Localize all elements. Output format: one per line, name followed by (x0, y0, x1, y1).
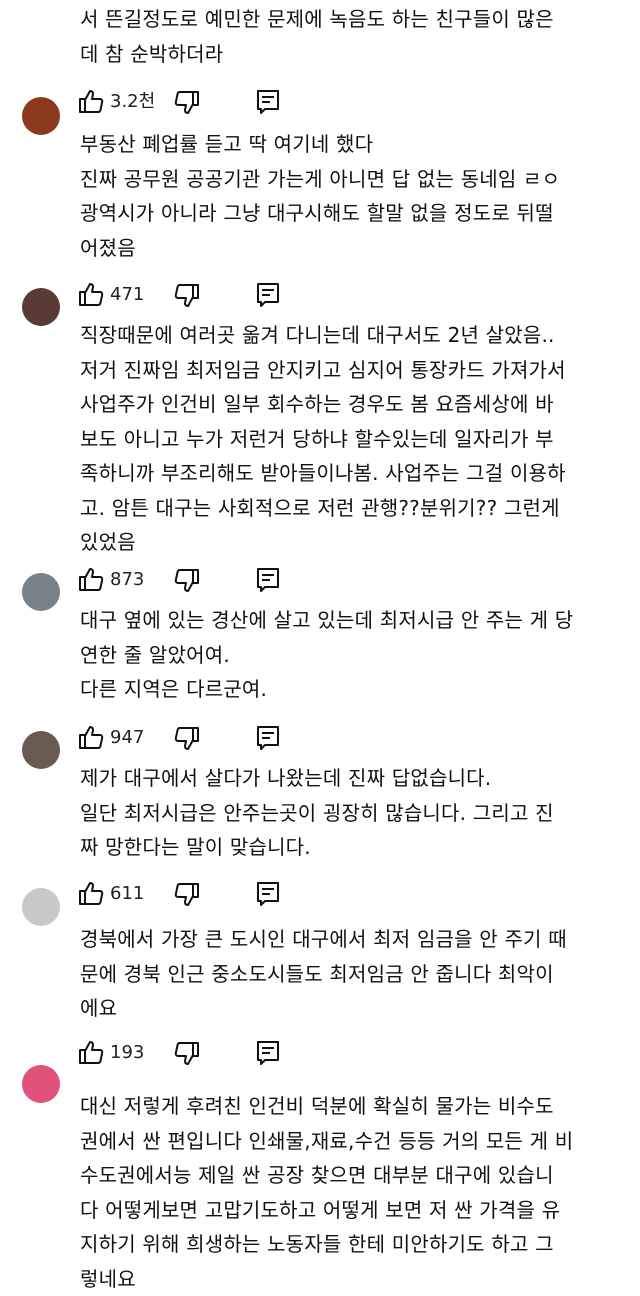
comment-line: 어졌음 (80, 231, 620, 266)
avatar[interactable] (22, 1065, 60, 1103)
comment-text: 서 뜬길정도로 예민한 문제에 녹음도 하는 친구들이 많은 데 참 순박하더라 (80, 2, 620, 71)
comment-line: 대신 저렇게 후려친 인건비 덕분에 확실히 물가는 비수도 (80, 1089, 620, 1124)
comment-text: 경북에서 가장 큰 도시인 대구에서 최저 임금을 안 주기 때 문에 경북 인… (80, 922, 620, 1026)
comment-text: 대구 옆에 있는 경산에 살고 있는데 최저시급 안 주는 게 당 연한 줄 알… (80, 603, 620, 707)
comment-line: 족하니까 부조리해도 받아들이나봄. 사업주는 그걸 이용하 (80, 456, 620, 491)
avatar[interactable] (22, 888, 60, 926)
comment-line: 지하기 위해 희생하는 노동자들 한테 미안하기도 하고 그 (80, 1227, 620, 1262)
reply-comment-icon[interactable] (256, 567, 280, 593)
like-count: 193 (110, 1041, 144, 1065)
comment-line: 진짜 공무원 공공기관 가는게 아니면 답 없는 동네임 ㄹㅇ (80, 162, 620, 197)
like-count: 3.2천 (110, 90, 155, 114)
comment-line: 수도권에서능 제일 싼 공장 찾으면 대부분 대구에 있습니 (80, 1158, 620, 1193)
comment-line: 짜 망한다는 말이 맞습니다. (80, 830, 620, 865)
comment-line: 있었음 (80, 525, 620, 560)
comment-line: 사업주가 인건비 일부 회수하는 경우도 봄 요즘세상에 바 (80, 387, 620, 422)
thumbs-down-icon[interactable] (174, 283, 200, 309)
thumbs-down-icon[interactable] (174, 726, 200, 752)
comment-actions: 947 (78, 724, 378, 754)
comment-line: 문에 경북 인근 중소도시들도 최저임금 안 줍니다 최악이 (80, 957, 620, 992)
comment-line: 다 어떻게보면 고맙기도하고 어떻게 보면 저 싼 가격을 유 (80, 1193, 620, 1228)
comment-line: 경북에서 가장 큰 도시인 대구에서 최저 임금을 안 주기 때 (80, 922, 620, 957)
reply-comment-icon[interactable] (256, 725, 280, 751)
thumbs-up-icon[interactable] (78, 880, 104, 906)
thumbs-down-icon[interactable] (174, 882, 200, 908)
like-count: 873 (110, 568, 144, 592)
reply-comment-icon[interactable] (256, 1040, 280, 1066)
avatar[interactable] (22, 573, 60, 611)
comment-line: 연한 줄 알았어여. (80, 638, 620, 673)
comment-text: 대신 저렇게 후려친 인건비 덕분에 확실히 물가는 비수도 권에서 싼 편입니… (80, 1089, 620, 1296)
comment-actions: 3.2천 (78, 88, 378, 118)
comment-actions: 471 (78, 281, 378, 311)
comment-actions: 193 (78, 1039, 378, 1069)
thumbs-up-icon[interactable] (78, 724, 104, 750)
comment-line: 저거 진짜임 최저임금 안지키고 심지어 통장카드 가져가서 (80, 353, 620, 388)
like-count: 471 (110, 283, 144, 307)
comment-line: 일단 최저시급은 안주는곳이 굉장히 많습니다. 그리고 진 (80, 796, 620, 831)
comment-line: 권에서 싼 편입니다 인쇄물,재료,수건 등등 거의 모든 게 비 (80, 1124, 620, 1159)
comment-text: 제가 대구에서 살다가 나왔는데 진짜 답없습니다. 일단 최저시급은 안주는곳… (80, 761, 620, 865)
reply-comment-icon[interactable] (256, 282, 280, 308)
comment-line: 제가 대구에서 살다가 나왔는데 진짜 답없습니다. (80, 761, 620, 796)
thumbs-up-icon[interactable] (78, 1039, 104, 1065)
comment-line: 광역시가 아니라 그냥 대구시해도 할말 없을 정도로 뒤떨 (80, 196, 620, 231)
avatar[interactable] (22, 97, 60, 135)
comment-line: 렇네요 (80, 1262, 620, 1296)
comment-line: 에요 (80, 991, 620, 1026)
like-count: 611 (110, 882, 144, 906)
thumbs-up-icon[interactable] (78, 88, 104, 114)
thumbs-down-icon[interactable] (174, 90, 200, 116)
thumbs-up-icon[interactable] (78, 566, 104, 592)
comment-line: 다른 지역은 다르군여. (80, 672, 620, 707)
avatar[interactable] (22, 731, 60, 769)
comment-line: 서 뜬길정도로 예민한 문제에 녹음도 하는 친구들이 많은 (80, 2, 620, 37)
like-count: 947 (110, 726, 144, 750)
comment-line: 보도 아니고 누가 저런거 당하냐 할수있는데 일자리가 부 (80, 422, 620, 457)
reply-comment-icon[interactable] (256, 881, 280, 907)
comment-text: 부동산 폐업률 듣고 딱 여기네 했다 진짜 공무원 공공기관 가는게 아니면 … (80, 127, 620, 265)
comment-line: 직장때문에 여러곳 옮겨 다니는데 대구서도 2년 살았음.. (80, 318, 620, 353)
avatar[interactable] (22, 288, 60, 326)
comment-line: 데 참 순박하더라 (80, 37, 620, 72)
comment-line: 대구 옆에 있는 경산에 살고 있는데 최저시급 안 주는 게 당 (80, 603, 620, 638)
comment-actions: 873 (78, 566, 378, 596)
thumbs-down-icon[interactable] (174, 1041, 200, 1067)
reply-comment-icon[interactable] (256, 89, 280, 115)
thumbs-down-icon[interactable] (174, 568, 200, 594)
comment-actions: 611 (78, 880, 378, 910)
comment-line: 고. 암튼 대구는 사회적으로 저런 관행??분위기?? 그런게 (80, 491, 620, 526)
thumbs-up-icon[interactable] (78, 281, 104, 307)
comment-line: 부동산 폐업률 듣고 딱 여기네 했다 (80, 127, 620, 162)
comment-text: 직장때문에 여러곳 옮겨 다니는데 대구서도 2년 살았음.. 저거 진짜임 최… (80, 318, 620, 560)
